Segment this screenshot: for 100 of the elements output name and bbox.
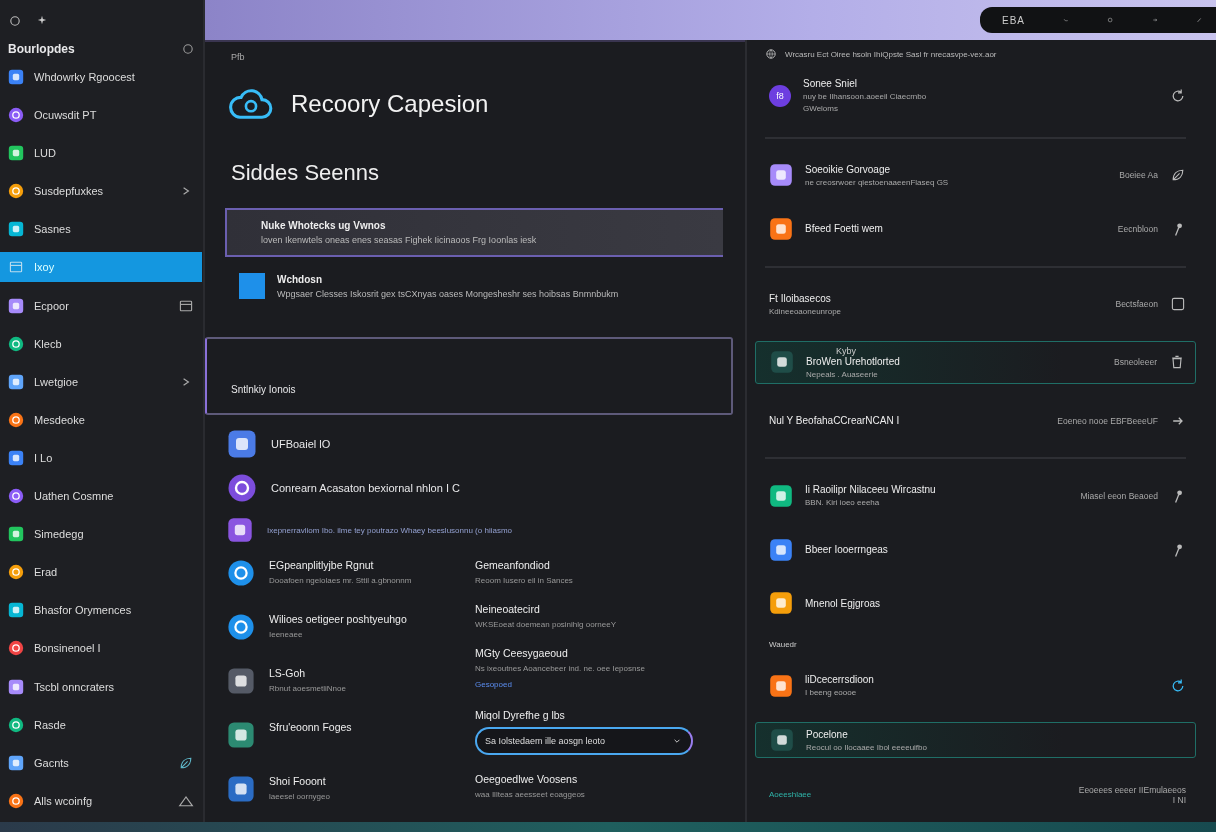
- checkbox-icon[interactable]: [1170, 296, 1186, 313]
- sidebar-item[interactable]: Ocuwsdit PT: [0, 100, 202, 131]
- tile-icon: [8, 297, 24, 314]
- list-row[interactable]: Soeoikie Gorvoage ne creosrwoer qiestoenaaeenFlaseq GS Boeiee Aa: [755, 158, 1196, 193]
- sidebar-item[interactable]: Tscbl onncraters: [0, 671, 202, 702]
- sidebar-item[interactable]: Lwetgioe: [0, 366, 202, 397]
- text-area[interactable]: Sntlnkiy Ionois: [205, 337, 733, 415]
- sidebar-item[interactable]: Whdowrky Rgoocest: [0, 62, 202, 92]
- row-overline: Kyby: [836, 345, 857, 356]
- tile-icon: [769, 163, 793, 188]
- tile-icon: [769, 216, 793, 241]
- tile-icon: [227, 775, 255, 803]
- circle-icon: [8, 107, 24, 124]
- trash-icon[interactable]: [1169, 354, 1185, 371]
- sidebar-item[interactable]: Gacnts: [0, 747, 202, 778]
- setting-description: Ns ixeoutnes Aoancebeer ind. ne. oee Ieposnse: [475, 664, 646, 673]
- bar-label: EBA: [1002, 14, 1025, 26]
- row-meta: Boeiee Aa: [1119, 170, 1158, 181]
- sidebar-item[interactable]: Erad: [0, 557, 202, 588]
- tile-icon: [769, 537, 793, 562]
- tile-icon: [227, 517, 253, 543]
- sidebar-item[interactable]: Ecpoor: [0, 290, 202, 321]
- row-subtitle: Reocul oo Ilocaaee Ibol eeeeuifbo: [806, 742, 927, 752]
- sidebar-item[interactable]: Simedegg: [0, 519, 202, 550]
- list-row[interactable]: Aoeeshlaee Eeoeees eeeer IIEmulaeeos I NI: [755, 777, 1196, 812]
- tile-icon: [227, 721, 255, 749]
- section-title: Siddes Seenns: [231, 160, 380, 186]
- sidebar-item[interactable]: Uathen Cosmne: [0, 481, 202, 512]
- list-row[interactable]: Ft Iloibasecos Kdineeoaoneunrope Bectsfaeon: [755, 287, 1196, 322]
- option-description: Wpgsaer Clesses Iskosrit gex tsCXnyas oases Mongesheshr ses hoibsas Bnmnbukm: [277, 288, 619, 299]
- sidebar-item[interactable]: I Lo: [0, 442, 202, 473]
- tile-icon: [8, 449, 24, 466]
- page-title: Recoory Capesion: [291, 90, 489, 118]
- row-subtitle: I beeng eoooe: [805, 688, 858, 698]
- item-label: LUD: [34, 147, 56, 160]
- item-label: Rasde: [34, 718, 66, 731]
- list-row[interactable]: Ii Raoilipr Nilaceeu Wircastnu BBN. Kiri ioeo eeeha Miasel eeon Beaoed: [755, 478, 1196, 513]
- circle-icon: [8, 716, 24, 733]
- sidebar-header: Bourlopdes: [8, 42, 75, 56]
- item-label: Ixoy: [34, 261, 55, 274]
- option-card[interactable]: Nuke Whotecks ug Vwnos loven Ikenwtels oneas enes seasas Fighek Iicinaoos Frg Ioonlas iesk: [225, 208, 723, 257]
- list-card[interactable]: Kyby BroWen Urehotlorted Nepeals . Auaseerie Bsneoleeer: [755, 340, 1196, 384]
- item-label: Bonsinenoel I: [34, 642, 101, 655]
- input-field[interactable]: Sa Iolstedaem ille aosgn leoto: [475, 727, 693, 755]
- sidebar-item[interactable]: Bhasfor Orymences: [0, 595, 202, 626]
- row-subtitle: Kdineeoaoneunrope: [769, 306, 842, 316]
- row-title: Aoeeshlaee: [769, 790, 812, 800]
- row-detail: GWeloms: [803, 104, 839, 113]
- tile-icon: [8, 526, 24, 543]
- list-row[interactable]: liDcecerrsdioon I beeng eoooe: [755, 668, 1196, 703]
- option-title: Nuke Whotecks ug Vwnos: [261, 220, 387, 231]
- item-label: Bhasfor Orymences: [34, 604, 132, 617]
- tile-icon: [8, 373, 24, 390]
- circle-icon: [8, 792, 24, 809]
- item-label: Ecpoor: [34, 299, 69, 312]
- row-subtitle: ne creosrwoer qiestoenaaeenFlaseq GS: [805, 177, 949, 187]
- setting-title: Miqol Dyrefhe g lbs: [475, 709, 566, 721]
- item-subtitle: Ieeneaee: [269, 630, 304, 639]
- item-title: Shoi Fooont: [269, 775, 327, 787]
- item-label: Tscbl onncraters: [34, 680, 115, 693]
- refresh-icon[interactable]: [1170, 87, 1186, 104]
- list-card[interactable]: Pocelone Reocul oo Ilocaaee Ibol eeeeuifbo: [755, 722, 1196, 759]
- list-row[interactable]: Mnenol Egjgroas: [755, 586, 1196, 621]
- row-title: Bbeer Iooerrngeas: [805, 544, 888, 556]
- list-row[interactable]: f8 Sonee Sniel nuy be Ilhansoon.aoeeil Ciaecrnbo GWeloms: [755, 74, 1196, 117]
- setting-title: MGty Ceesygaeoud: [475, 647, 569, 659]
- sidebar-item[interactable]: Sasnes: [0, 214, 202, 245]
- item-title: EGpeanplitlyjbe Rgnut: [269, 559, 375, 571]
- row-meta: Bsneoleeer: [1114, 357, 1157, 368]
- sidebar-item[interactable]: Bonsinenoel I: [0, 633, 202, 664]
- sidebar-item[interactable]: Klecb: [0, 328, 202, 359]
- circle-icon: [181, 42, 195, 56]
- sidebar-item[interactable]: LUD: [0, 138, 202, 169]
- list-row[interactable]: Nul Y BeofahaCCrearNCAN I Eoeneo nooe EBFBeeeUF: [755, 403, 1196, 438]
- item-title: Wilioes oetigeer poshtyeuhgo: [269, 613, 407, 625]
- sidebar-item[interactable]: Mesdeoke: [0, 404, 202, 435]
- refresh-icon[interactable]: [1170, 677, 1186, 694]
- item-title: Sfru'eoonn Foges: [269, 721, 352, 733]
- item-label: Susdepfuxkes: [34, 185, 104, 198]
- sidebar-item[interactable]: Alls wcoinfg: [0, 785, 202, 816]
- sidebar-item[interactable]: Rasde: [0, 709, 202, 740]
- setting-description: waa Illteas aeesseet eoaggeos: [475, 790, 586, 799]
- globe-icon: [765, 48, 777, 60]
- tile-icon: [770, 350, 794, 375]
- row-detail: Nepeals . Auaseerie: [806, 369, 879, 379]
- tile-icon: [769, 483, 793, 508]
- row-title: Mnenol Egjgroas: [805, 597, 881, 609]
- avatar-badge: f8: [769, 84, 791, 107]
- circle-icon: [8, 14, 22, 28]
- option-description: loven Ikenwtels oneas enes seasas Fighek Iicinaoos Frg Ioonlas iesk: [261, 235, 537, 245]
- row-meta: Eeoeees eeeer IIEmulaeeos I NI: [1077, 784, 1186, 805]
- circle-icon: [227, 559, 255, 587]
- sidebar-item[interactable]: Susdepfuxkes: [0, 176, 202, 207]
- list-row[interactable]: Bfeed Foetti wem Eecnbloon: [755, 211, 1196, 246]
- row-meta: Miasel eeon Beaoed: [1080, 490, 1158, 501]
- link[interactable]: Gesopoed: [475, 680, 512, 689]
- option-card[interactable]: Wchdosn Wpgsaer Clesses Iskosrit gex tsCXnyas oases Mongesheshr ses hoibsas Bnmnbukm: [225, 263, 723, 309]
- list-row[interactable]: Bbeer Iooerrngeas: [755, 532, 1196, 567]
- tile-icon: [769, 591, 793, 616]
- row-title: Pocelone: [806, 728, 849, 740]
